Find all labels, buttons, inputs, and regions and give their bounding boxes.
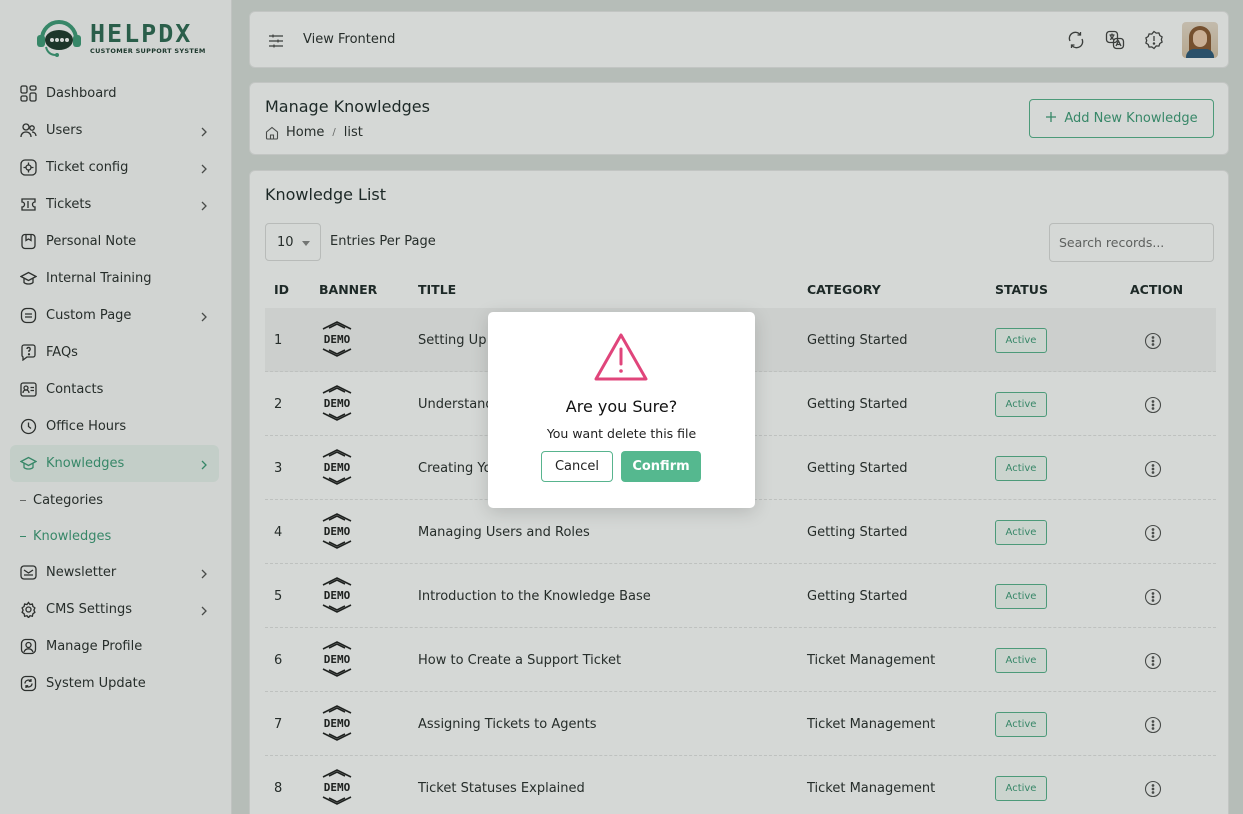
confirm-button[interactable]: Confirm: [621, 451, 701, 482]
warning-icon: [593, 332, 649, 382]
dialog-message: You want delete this file: [546, 426, 697, 441]
confirm-delete-dialog: Are you Sure? You want delete this file …: [488, 312, 755, 508]
cancel-button[interactable]: Cancel: [541, 451, 613, 482]
dialog-title: Are you Sure?: [565, 397, 678, 416]
